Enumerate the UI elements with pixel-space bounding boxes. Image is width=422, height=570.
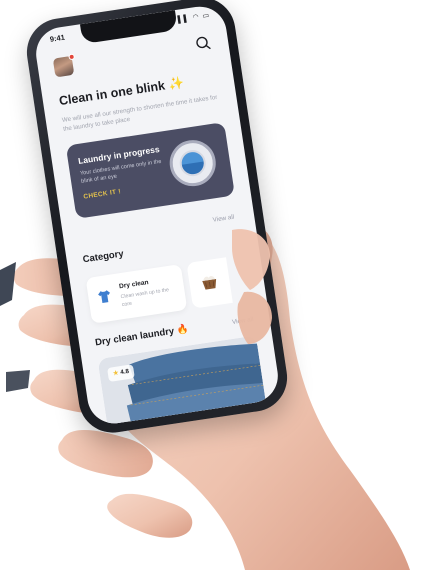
stage: 9:41 ▌▌ ◠ ▭ Clean in one blink ✨ We will… xyxy=(0,0,422,570)
hand-fingers-front xyxy=(232,229,272,344)
